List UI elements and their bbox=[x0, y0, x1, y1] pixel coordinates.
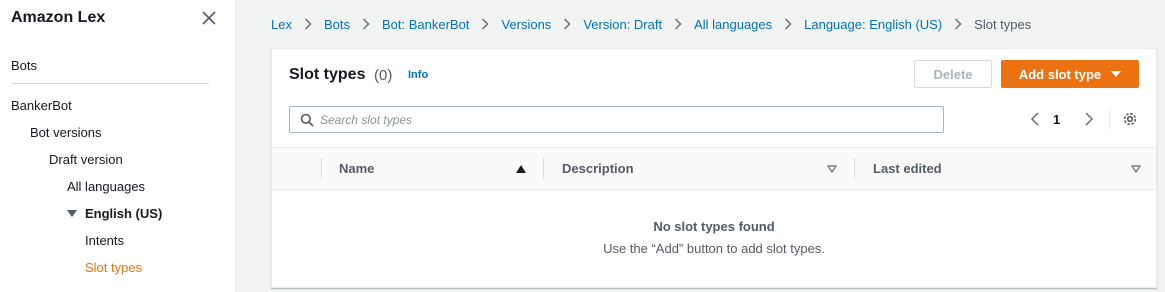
search-icon bbox=[300, 113, 314, 127]
add-slot-type-button[interactable]: Add slot type bbox=[1001, 60, 1139, 88]
sidebar-item-slot-types[interactable]: Slot types bbox=[85, 260, 142, 275]
gear-icon[interactable] bbox=[1122, 111, 1138, 127]
chevron-right-icon bbox=[564, 18, 571, 30]
column-header-last-edited[interactable]: Last edited bbox=[873, 148, 942, 189]
breadcrumb-bot[interactable]: Bot: BankerBot bbox=[382, 17, 469, 32]
empty-state-title: No slot types found bbox=[653, 219, 775, 234]
sidebar-item-all-languages[interactable]: All languages bbox=[67, 179, 145, 194]
chevron-right-icon bbox=[482, 18, 489, 30]
breadcrumb-language[interactable]: Language: English (US) bbox=[804, 17, 942, 32]
sort-descending-icon[interactable] bbox=[1131, 165, 1141, 173]
column-header-description[interactable]: Description bbox=[562, 148, 634, 189]
sidebar-item-english-us-label: English (US) bbox=[85, 206, 163, 221]
chevron-right-icon bbox=[304, 18, 312, 30]
add-slot-type-label: Add slot type bbox=[1018, 66, 1102, 82]
chevron-right-icon bbox=[955, 18, 962, 30]
sidebar-item-intents[interactable]: Intents bbox=[85, 233, 124, 248]
info-link[interactable]: Info bbox=[408, 69, 428, 81]
sidebar-item-bot-versions[interactable]: Bot versions bbox=[30, 125, 102, 140]
delete-button[interactable]: Delete bbox=[914, 60, 992, 88]
chevron-right-icon bbox=[785, 18, 792, 30]
page-number[interactable]: 1 bbox=[1053, 112, 1060, 127]
sidebar-divider bbox=[11, 83, 209, 84]
side-navigation: Amazon Lex Bots BankerBot Bot versions D… bbox=[0, 0, 236, 292]
chevron-left-icon[interactable] bbox=[1029, 111, 1041, 127]
column-header-name[interactable]: Name bbox=[339, 148, 374, 189]
sidebar-item-bots[interactable]: Bots bbox=[11, 58, 37, 73]
caret-down-icon[interactable] bbox=[67, 210, 77, 217]
breadcrumb-lex[interactable]: Lex bbox=[271, 17, 292, 32]
divider bbox=[1109, 109, 1110, 129]
empty-state-subtitle: Use the “Add” button to add slot types. bbox=[603, 241, 825, 256]
chevron-right-icon bbox=[362, 18, 370, 30]
search-field[interactable] bbox=[289, 106, 944, 133]
sidebar-item-english-us[interactable]: English (US) bbox=[67, 206, 162, 221]
breadcrumb-current: Slot types bbox=[974, 16, 1032, 32]
page-title: Slot types bbox=[289, 66, 366, 83]
sidebar-title: Amazon Lex bbox=[11, 9, 106, 26]
sort-ascending-icon[interactable] bbox=[516, 165, 526, 173]
column-divider bbox=[543, 158, 544, 179]
breadcrumb-all-languages[interactable]: All languages bbox=[694, 17, 772, 32]
sidebar-item-draft-version[interactable]: Draft version bbox=[49, 152, 123, 167]
caret-down-icon bbox=[1111, 71, 1122, 77]
search-input[interactable] bbox=[320, 107, 935, 132]
breadcrumb-versions[interactable]: Versions bbox=[501, 17, 551, 32]
chevron-right-icon bbox=[675, 18, 682, 30]
chevron-right-icon[interactable] bbox=[1083, 111, 1095, 127]
column-divider bbox=[854, 158, 855, 179]
table-header: Name Description Last edited bbox=[272, 147, 1156, 190]
column-divider bbox=[321, 158, 322, 179]
close-icon[interactable] bbox=[200, 9, 218, 27]
sidebar-item-bankerbot[interactable]: BankerBot bbox=[11, 98, 72, 113]
breadcrumb-version[interactable]: Version: Draft bbox=[583, 17, 662, 32]
item-count: (0) bbox=[374, 67, 393, 84]
breadcrumb: Lex Bots Bot: BankerBot Versions Version… bbox=[271, 16, 1031, 32]
sort-descending-icon[interactable] bbox=[827, 165, 837, 173]
slot-types-table-panel: Slot types (0) Info Delete Add slot type… bbox=[271, 48, 1157, 288]
breadcrumb-bots[interactable]: Bots bbox=[324, 17, 350, 32]
